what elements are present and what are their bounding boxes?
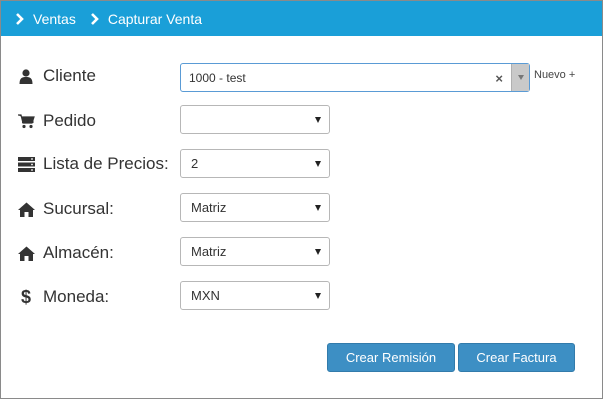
chevron-down-icon — [315, 205, 321, 211]
chevron-down-icon — [518, 75, 524, 80]
home-icon — [17, 200, 35, 218]
chevron-right-icon — [16, 12, 24, 25]
almacen-value: Matriz — [191, 244, 227, 259]
moneda-select[interactable]: MXN — [180, 281, 330, 310]
moneda-label: Moneda: — [43, 287, 110, 306]
home-icon — [17, 244, 35, 262]
clear-icon[interactable]: × — [495, 71, 503, 86]
sucursal-value: Matriz — [191, 200, 227, 215]
chevron-down-icon — [315, 293, 321, 299]
breadcrumb-item-ventas[interactable]: Ventas — [13, 11, 88, 27]
lista-precios-value: 2 — [191, 156, 199, 171]
breadcrumb: Ventas Capturar Venta — [1, 1, 602, 36]
chevron-down-icon — [315, 161, 321, 167]
lista-precios-label-row: Lista de Precios: — [17, 154, 169, 174]
moneda-value: MXN — [191, 288, 220, 303]
nuevo-cliente-link[interactable]: Nuevo + — [534, 69, 575, 81]
sucursal-label: Sucursal: — [43, 199, 114, 218]
sucursal-label-row: Sucursal: — [17, 199, 114, 219]
almacen-select[interactable]: Matriz — [180, 237, 330, 266]
chevron-down-icon — [315, 249, 321, 255]
pedido-select[interactable] — [180, 105, 330, 134]
chevron-right-icon — [90, 12, 99, 25]
cart-icon — [17, 112, 35, 130]
user-icon — [17, 67, 35, 85]
cliente-label-row: Cliente — [17, 66, 96, 86]
dollar-icon: $ — [20, 286, 31, 307]
cliente-label: Cliente — [43, 66, 96, 85]
server-icon — [17, 155, 35, 173]
chevron-down-icon — [315, 117, 321, 123]
lista-precios-label: Lista de Precios: — [43, 154, 169, 173]
pedido-label-row: Pedido — [17, 111, 96, 131]
almacen-label: Almacén: — [43, 243, 114, 262]
sucursal-select[interactable]: Matriz — [180, 193, 330, 222]
dropdown-toggle[interactable] — [511, 64, 529, 91]
pedido-label: Pedido — [43, 111, 96, 130]
breadcrumb-item-capturar-venta[interactable]: Capturar Venta — [88, 11, 214, 27]
almacen-label-row: Almacén: — [17, 243, 114, 263]
moneda-label-row: $ Moneda: — [17, 287, 109, 307]
cliente-value: 1000 - test — [189, 70, 246, 85]
cliente-select[interactable]: 1000 - test × — [180, 63, 530, 92]
crear-remision-button[interactable]: Crear Remisión — [327, 343, 455, 372]
capture-sale-panel: Ventas Capturar Venta Cliente 1000 - tes… — [0, 0, 603, 399]
breadcrumb-label: Ventas — [33, 10, 76, 27]
crear-factura-button[interactable]: Crear Factura — [458, 343, 575, 372]
lista-precios-select[interactable]: 2 — [180, 149, 330, 178]
breadcrumb-label: Capturar Venta — [107, 10, 202, 27]
